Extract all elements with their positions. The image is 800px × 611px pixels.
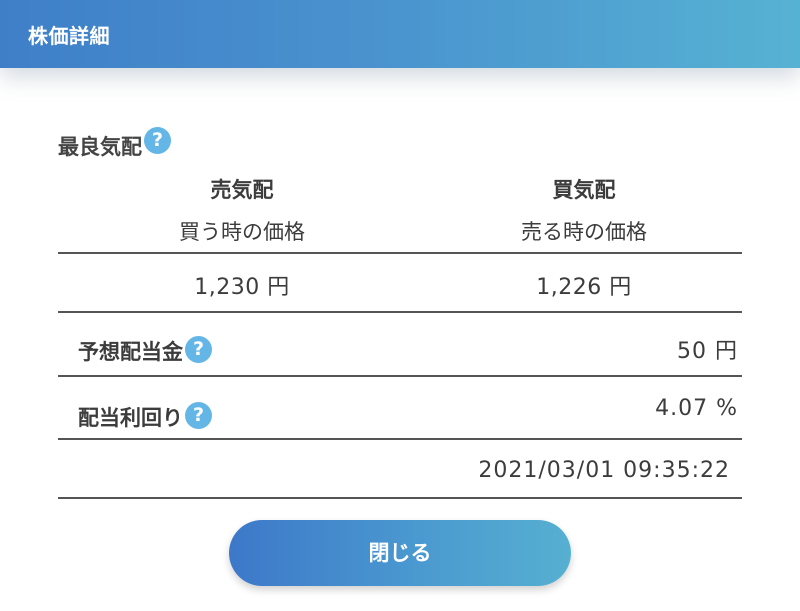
buy-quote-sub: 売る時の価格: [521, 220, 647, 244]
dividend-row-label: 予想配当金 ?: [78, 335, 212, 366]
app-header: 株価詳細: [0, 0, 800, 68]
best-quote-title: 最良気配 ?: [58, 126, 171, 161]
question-circle-icon[interactable]: ?: [185, 335, 212, 363]
yield-value: 4.07 %: [655, 396, 738, 421]
yield-label: 配当利回り: [78, 406, 183, 430]
sell-quote-label: 売気配: [210, 178, 274, 202]
sell-price: 1,230 円: [194, 275, 290, 300]
divider: [58, 438, 742, 440]
timestamp: 2021/03/01 09:35:22: [478, 458, 730, 483]
question-circle-icon[interactable]: ?: [144, 126, 171, 154]
buy-quote-label: 買気配: [552, 178, 616, 202]
page-title: 株価詳細: [28, 24, 110, 48]
buy-price: 1,226 円: [536, 275, 632, 300]
divider: [58, 311, 742, 313]
dividend-value: 50 円: [677, 339, 738, 364]
best-quote-label: 最良気配: [58, 135, 142, 159]
divider: [58, 497, 742, 499]
question-circle-icon[interactable]: ?: [185, 401, 212, 429]
close-button[interactable]: 閉じる: [229, 520, 571, 586]
dividend-label: 予想配当金: [78, 340, 183, 364]
divider: [58, 252, 742, 254]
sell-quote-sub: 買う時の価格: [179, 220, 305, 244]
yield-row-label: 配当利回り ?: [78, 401, 212, 432]
divider: [58, 375, 742, 377]
